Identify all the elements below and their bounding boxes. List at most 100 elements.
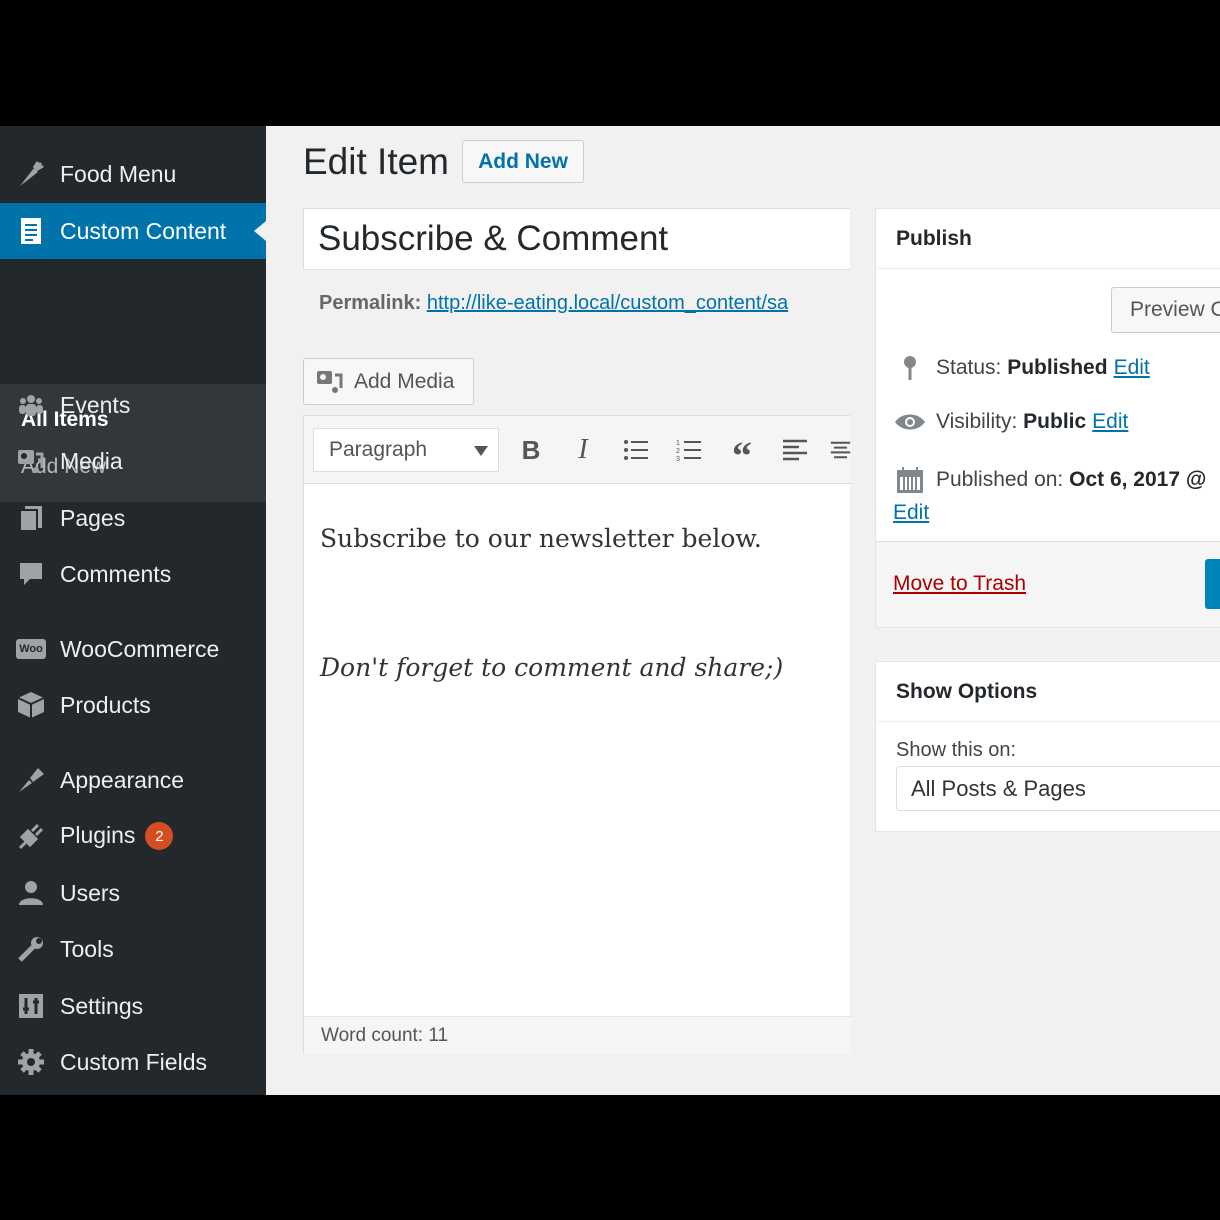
sidebar-item-food-menu[interactable]: Food Menu: [0, 146, 266, 202]
add-media-button[interactable]: Add Media: [303, 358, 474, 405]
archive-icon: [14, 688, 48, 722]
chevron-down-icon: [474, 446, 488, 456]
status-value: Published: [1007, 356, 1108, 379]
published-on-row: Published on: Oct 6, 2017 @: [893, 466, 1206, 494]
sidebar-item-label: Products: [60, 691, 151, 718]
content-editor: Paragraph B I 123 “ Subscribe to our new…: [303, 415, 851, 1054]
admin-sidebar: Food Menu Custom Content All Items Add N…: [0, 126, 266, 1095]
sidebar-item-events[interactable]: Events: [0, 377, 266, 433]
media-icon: [14, 444, 48, 478]
format-select[interactable]: Paragraph: [313, 428, 499, 472]
visibility-row: Visibility: Public Edit: [893, 410, 1128, 434]
word-count: Word count: 11: [304, 1016, 851, 1054]
sidebar-item-custom-content[interactable]: Custom Content: [0, 203, 266, 259]
wp-admin-window: Food Menu Custom Content All Items Add N…: [0, 126, 1220, 1095]
plugin-icon: [14, 819, 48, 853]
user-icon: [14, 876, 48, 910]
comment-icon: [14, 557, 48, 591]
preview-button[interactable]: Preview C: [1111, 287, 1220, 333]
sidebar-item-plugins[interactable]: Plugins 2: [0, 808, 266, 864]
show-options-title: Show Options: [876, 662, 1220, 722]
sidebar-item-label: Users: [60, 879, 121, 906]
blockquote-button[interactable]: “: [724, 432, 760, 476]
sidebar-item-tools[interactable]: Tools: [0, 921, 266, 977]
settings-sliders-icon: [14, 989, 48, 1023]
bold-button[interactable]: B: [513, 432, 549, 468]
post-title-input[interactable]: Subscribe & Comment: [303, 208, 850, 270]
align-left-icon: [783, 439, 807, 461]
sidebar-item-label: Settings: [60, 992, 144, 1019]
sidebar-item-label: Custom Fields: [60, 1048, 207, 1075]
woo-icon-text: Woo: [16, 639, 46, 659]
sidebar-item-label: Food Menu: [60, 160, 177, 187]
move-to-trash-link[interactable]: Move to Trash: [893, 572, 1026, 596]
sidebar-item-label: WooCommerce: [60, 635, 220, 662]
calendar-icon: [893, 466, 927, 494]
sidebar-item-users[interactable]: Users: [0, 865, 266, 921]
pin-icon: [893, 354, 927, 382]
visibility-value: Public: [1023, 410, 1087, 433]
quote-icon: “: [732, 433, 752, 478]
italic-icon: I: [578, 434, 588, 465]
status-edit-link[interactable]: Edit: [1114, 356, 1150, 380]
sidebar-item-comments[interactable]: Comments: [0, 546, 266, 602]
align-center-icon: [830, 441, 851, 459]
plugins-label: Plugins: [60, 821, 136, 848]
bullet-list-icon: [624, 440, 648, 460]
sidebar-item-label: Pages: [60, 504, 126, 531]
sidebar-item-woocommerce[interactable]: Woo WooCommerce: [0, 621, 266, 677]
sidebar-item-custom-fields[interactable]: Custom Fields: [0, 1034, 266, 1090]
bullet-list-button[interactable]: [618, 432, 654, 468]
sidebar-item-label: Events: [60, 391, 131, 418]
italic-button[interactable]: I: [565, 432, 601, 468]
eye-icon: [893, 411, 927, 433]
numbered-list-icon: 123: [676, 440, 701, 462]
sidebar-item-label: Plugins 2: [60, 821, 174, 851]
carrot-icon: [14, 157, 48, 191]
sidebar-item-label: Media: [60, 447, 123, 474]
svg-text:2: 2: [676, 448, 680, 455]
brush-icon: [14, 763, 48, 797]
align-left-button[interactable]: [777, 432, 813, 468]
update-button[interactable]: [1205, 559, 1220, 609]
sidebar-item-media[interactable]: Media: [0, 433, 266, 489]
permalink: Permalink: http://like-eating.local/cust…: [319, 292, 850, 315]
numbered-list-button[interactable]: 123: [671, 432, 707, 468]
update-count-badge: 2: [145, 822, 174, 851]
bold-icon: B: [521, 434, 541, 465]
editor-content[interactable]: Subscribe to our newsletter below. Don't…: [320, 524, 840, 682]
paragraph: Don't forget to comment and share;): [320, 653, 784, 682]
sidebar-item-settings[interactable]: Settings: [0, 978, 266, 1034]
show-on-label: Show this on:: [896, 739, 1017, 761]
permalink-url[interactable]: http://like-eating.local/custom_content/…: [427, 292, 788, 314]
visibility-edit-link[interactable]: Edit: [1092, 410, 1128, 434]
show-on-select[interactable]: All Posts & Pages: [896, 766, 1220, 811]
sidebar-item-label: Comments: [60, 560, 172, 587]
permalink-label: Permalink:: [319, 292, 422, 314]
status-row: Status: Published Edit: [893, 354, 1150, 382]
publish-actions: Move to Trash: [876, 541, 1220, 627]
format-select-value: Paragraph: [329, 438, 428, 461]
sidebar-item-pages[interactable]: Pages: [0, 490, 266, 546]
document-icon: [14, 214, 48, 248]
published-edit-link[interactable]: Edit: [893, 501, 929, 525]
sidebar-item-appearance[interactable]: Appearance: [0, 752, 266, 808]
editor-toolbar: Paragraph B I 123 “: [304, 416, 851, 484]
published-label: Published on:: [936, 468, 1064, 491]
pages-icon: [14, 501, 48, 535]
add-new-button[interactable]: Add New: [462, 140, 584, 183]
page-title: Edit Item: [303, 141, 449, 182]
sidebar-item-label: Custom Content: [60, 217, 227, 244]
wrench-icon: [14, 932, 48, 966]
show-options-box: Show Options Show this on: All Posts & P…: [875, 661, 1220, 832]
sidebar-item-label: Tools: [60, 935, 114, 962]
align-center-button[interactable]: [830, 432, 851, 468]
publish-box: Publish Preview C Status: Published Edit…: [875, 208, 1220, 628]
status-label: Status:: [936, 356, 1002, 379]
svg-text:3: 3: [676, 456, 680, 462]
add-media-label: Add Media: [354, 369, 455, 393]
publish-box-title: Publish: [876, 209, 1220, 269]
sidebar-item-products[interactable]: Products: [0, 677, 266, 733]
woo-icon: Woo: [14, 632, 48, 666]
paragraph: Subscribe to our newsletter below.: [320, 524, 762, 553]
